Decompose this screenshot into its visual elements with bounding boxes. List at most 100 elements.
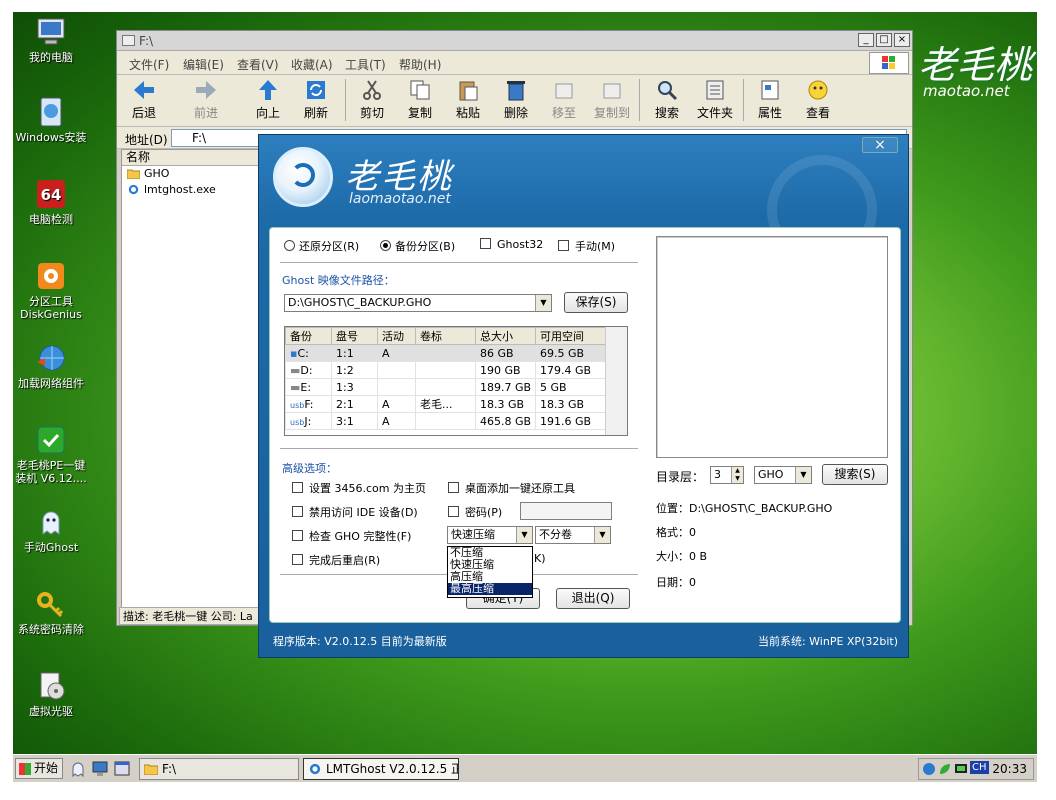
desktop-icon-installer[interactable]: 老毛桃PE一键 装机 V6.12.... bbox=[13, 424, 91, 485]
password-checkbox[interactable]: 密码(P) bbox=[448, 504, 502, 520]
paste-label: 粘贴 bbox=[455, 106, 480, 120]
menu-file[interactable]: 文件(F) bbox=[129, 56, 169, 73]
dropdown-option-highlighted[interactable]: 最高压缩 bbox=[448, 583, 532, 595]
disable-ide-checkbox[interactable]: 禁用访问 IDE 设备(D) bbox=[292, 504, 418, 520]
dir-level-stepper[interactable]: 3 ▲ ▼ bbox=[710, 466, 744, 484]
password-input[interactable] bbox=[520, 502, 612, 520]
back-button[interactable]: 后退 bbox=[121, 78, 167, 121]
manual-checkbox[interactable]: 手动(M) bbox=[558, 238, 615, 254]
cell: 5 GB bbox=[535, 378, 606, 396]
col-free[interactable]: 可用空间 bbox=[535, 327, 606, 345]
col-total[interactable]: 总大小 bbox=[475, 327, 536, 345]
leaf-tray-icon[interactable] bbox=[938, 762, 952, 776]
path-value: D:\GHOST\C_BACKUP.GHO bbox=[288, 296, 432, 309]
maximize-button[interactable]: □ bbox=[876, 33, 892, 47]
path-combo[interactable]: D:\GHOST\C_BACKUP.GHO ▼ bbox=[284, 294, 552, 312]
toolbar-separator bbox=[743, 79, 744, 121]
exit-button[interactable]: 退出(Q) bbox=[556, 588, 630, 609]
desktop-icon-windows-install[interactable]: Windows安装 bbox=[13, 96, 91, 144]
folder-tree-icon bbox=[706, 80, 724, 100]
chevron-down-icon[interactable]: ▼ bbox=[795, 467, 811, 483]
menu-help[interactable]: 帮助(H) bbox=[399, 56, 441, 73]
explorer-status-bar: 描述: 老毛桃一键 公司: La bbox=[119, 607, 261, 625]
save-button[interactable]: 保存(S) bbox=[564, 292, 628, 313]
cpu-64-icon: 64 bbox=[37, 180, 65, 208]
ghost32-label: Ghost32 bbox=[497, 238, 544, 251]
forward-button[interactable]: 前进 bbox=[183, 78, 229, 121]
copy-to-button[interactable]: 复制到 bbox=[589, 78, 635, 121]
menu-favorites[interactable]: 收藏(A) bbox=[291, 56, 333, 73]
checkbox-icon bbox=[448, 482, 459, 493]
move-to-button[interactable]: 移至 bbox=[541, 78, 587, 121]
menu-view[interactable]: 查看(V) bbox=[237, 56, 279, 73]
windows-flag-icon bbox=[869, 52, 909, 74]
hard-drive-icon: ▬ bbox=[290, 363, 301, 377]
check-gho-checkbox[interactable]: 检查 GHO 完整性(F) bbox=[292, 528, 411, 544]
ghost-tray-icon[interactable] bbox=[922, 762, 936, 776]
col-label[interactable]: 卷标 bbox=[415, 327, 476, 345]
col-disk[interactable]: 盘号 bbox=[331, 327, 378, 345]
file-item-gho[interactable]: GHO bbox=[122, 166, 260, 182]
cell: 1:2 bbox=[331, 361, 378, 379]
task-explorer[interactable]: F:\ bbox=[139, 758, 299, 780]
reboot-checkbox[interactable]: 完成后重启(R) bbox=[292, 552, 380, 568]
table-scrollbar[interactable] bbox=[605, 327, 627, 435]
split-select[interactable]: 不分卷 ▼ bbox=[535, 526, 611, 544]
start-button[interactable]: 开始 bbox=[15, 758, 63, 779]
table-row[interactable]: usbJ: 3:1 A 465.8 GB 191.6 GB bbox=[285, 412, 606, 430]
copy-button[interactable]: 复制 bbox=[397, 78, 443, 121]
chevron-down-icon[interactable]: ▼ bbox=[535, 295, 551, 311]
desktop-icon-network[interactable]: 加载网络组件 bbox=[13, 342, 91, 390]
paste-button[interactable]: 粘贴 bbox=[445, 78, 491, 121]
backup-radio[interactable]: 备份分区(B) bbox=[380, 238, 455, 254]
chevron-down-icon[interactable]: ▼ bbox=[594, 527, 610, 543]
desktop-icon-my-computer[interactable]: 我的电脑 bbox=[13, 16, 91, 64]
search-files-button[interactable]: 搜索(S) bbox=[822, 464, 888, 485]
delete-button[interactable]: 删除 bbox=[493, 78, 539, 121]
chevron-down-icon[interactable]: ▼ bbox=[516, 527, 532, 543]
copy-to-label: 复制到 bbox=[593, 106, 630, 120]
desktop-icon-pc-check[interactable]: 64 电脑检测 bbox=[13, 178, 91, 226]
search-button[interactable]: 搜索 bbox=[644, 78, 690, 121]
spin-arrows-icon[interactable]: ▲ ▼ bbox=[731, 467, 743, 483]
file-item-lmtghost[interactable]: lmtghost.exe bbox=[122, 182, 260, 198]
extension-select[interactable]: GHO ▼ bbox=[754, 466, 812, 484]
cut-button[interactable]: 剪切 bbox=[349, 78, 395, 121]
table-row[interactable]: ▬E: 1:3 189.7 GB 5 GB bbox=[285, 378, 606, 396]
table-row[interactable]: usbF: 2:1 A 老毛... 18.3 GB 18.3 GB bbox=[285, 395, 606, 413]
display-tray-icon[interactable] bbox=[954, 762, 968, 776]
ghost-quicklaunch-icon[interactable] bbox=[69, 760, 87, 777]
menu-edit[interactable]: 编辑(E) bbox=[183, 56, 224, 73]
ime-indicator[interactable]: CH bbox=[970, 761, 989, 774]
col-active[interactable]: 活动 bbox=[377, 327, 416, 345]
column-header-name[interactable]: 名称 bbox=[122, 150, 260, 166]
menu-tools[interactable]: 工具(T) bbox=[345, 56, 386, 73]
folders-button[interactable]: 文件夹 bbox=[692, 78, 738, 121]
up-button[interactable]: 向上 bbox=[245, 78, 291, 121]
refresh-button[interactable]: 刷新 bbox=[293, 78, 339, 121]
minimize-button[interactable]: _ bbox=[858, 33, 874, 47]
ghost32-checkbox[interactable]: Ghost32 bbox=[480, 238, 543, 251]
homepage-checkbox[interactable]: 设置 3456.com 为主页 bbox=[292, 480, 426, 496]
dialog-close-button[interactable]: × bbox=[862, 137, 898, 153]
close-button[interactable]: × bbox=[894, 33, 910, 47]
explorer-titlebar[interactable]: F:\ _ □ × bbox=[117, 31, 912, 51]
view-button[interactable]: 查看 bbox=[795, 78, 841, 121]
col-backup[interactable]: 备份 bbox=[285, 327, 332, 345]
task-lmtghost[interactable]: LMTGhost V2.0.12.5 正... bbox=[303, 758, 459, 780]
advanced-options-label: 高级选项： bbox=[282, 462, 337, 475]
checkbox-icon bbox=[292, 530, 303, 541]
desktop-icon-password-clear[interactable]: 系统密码清除 bbox=[13, 588, 91, 636]
folder-icon bbox=[122, 35, 135, 46]
window-quicklaunch-icon[interactable] bbox=[113, 760, 131, 777]
table-row[interactable]: ▪C: 1:1 A 86 GB 69.5 GB bbox=[285, 344, 606, 362]
desktop-restore-checkbox[interactable]: 桌面添加一键还原工具 bbox=[448, 480, 575, 496]
properties-button[interactable]: 属性 bbox=[747, 78, 793, 121]
compression-select[interactable]: 快速压缩 ▼ bbox=[447, 526, 533, 544]
desktop-icon-virtual-cdrom[interactable]: 虚拟光驱 bbox=[13, 670, 91, 718]
restore-radio[interactable]: 还原分区(R) bbox=[284, 238, 359, 254]
desktop-icon-manual-ghost[interactable]: 手动Ghost bbox=[13, 506, 91, 554]
monitor-quicklaunch-icon[interactable] bbox=[91, 760, 109, 777]
table-row[interactable]: ▬D: 1:2 190 GB 179.4 GB bbox=[285, 361, 606, 379]
desktop-icon-diskgenius[interactable]: 分区工具 DiskGenius bbox=[13, 260, 91, 321]
